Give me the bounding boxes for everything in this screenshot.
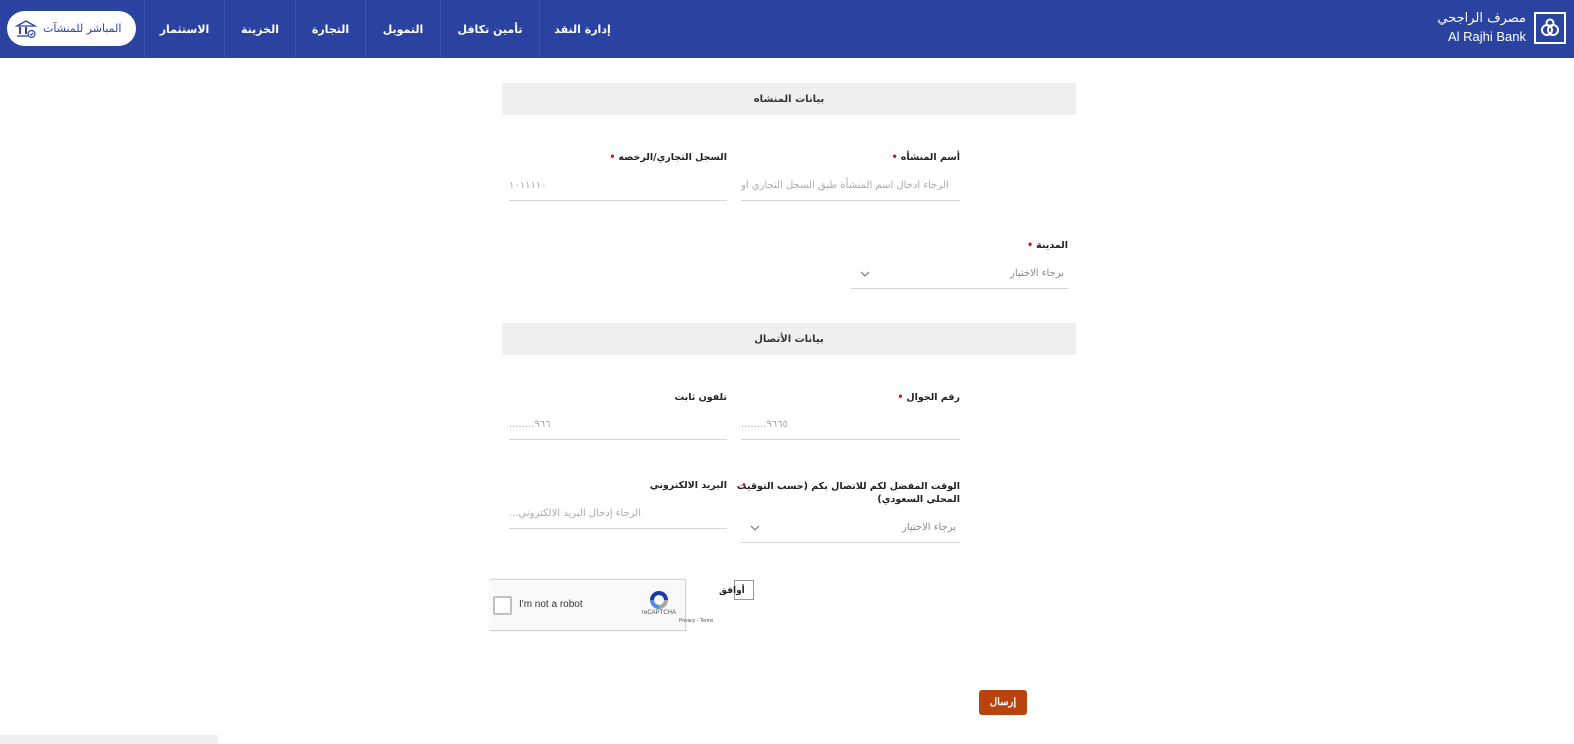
section-header-organization: بيانات المنشاه <box>502 83 1076 115</box>
section-title: بيانات المنشاه <box>753 93 825 105</box>
brand-logo-group[interactable]: مصرف الراجحي Al Rajhi Bank <box>1437 10 1566 46</box>
chevron-down-icon <box>860 271 870 277</box>
recaptcha-logo-icon <box>650 591 668 609</box>
section-title: بيانات الأتصال <box>754 333 824 345</box>
org-name-input[interactable]: الرجاء ادخال اسم المنشأة طبق السجل التجا… <box>741 171 960 201</box>
preferred-time-selected-value: برجاء الاختيار <box>902 522 956 533</box>
nav-investment[interactable]: الاستثمار <box>144 0 224 58</box>
required-dot-icon: • <box>897 392 904 403</box>
landline-label: تلفون ثابت <box>674 392 727 403</box>
recaptcha-label: I'm not a robot <box>519 599 583 610</box>
landline-input[interactable]: ٩٦٦........ <box>509 410 727 440</box>
direct-corporate-label: المباشر للمنشآت <box>43 22 122 35</box>
city-select[interactable]: برجاء الاختيار <box>851 259 1068 289</box>
commercial-registration-label: السجل التجاري/الرخصه• <box>609 152 727 163</box>
bottom-scroll-strip <box>0 735 218 744</box>
direct-corporate-button[interactable]: المباشر للمنشآت <box>7 11 136 46</box>
bank-building-icon <box>15 19 37 38</box>
commercial-registration-placeholder: ١٠١١١١٠ <box>509 180 547 191</box>
nav-trade[interactable]: التجارة <box>295 0 365 58</box>
email-label: البريد الالكتروني <box>649 480 727 491</box>
commercial-registration-input[interactable]: ١٠١١١١٠ <box>509 171 727 201</box>
bank-logo-icon <box>1534 12 1566 44</box>
org-name-placeholder: الرجاء ادخال اسم المنشأة طبق السجل التجا… <box>741 180 949 191</box>
agree-label: أوافق <box>719 586 745 596</box>
required-dot-icon: • <box>1027 240 1034 251</box>
required-dot-icon: • <box>741 480 747 491</box>
required-dot-icon: • <box>609 152 616 163</box>
recaptcha-widget: I'm not a robot reCAPTCHA <box>490 579 686 631</box>
nav-label: الاستثمار <box>159 22 210 36</box>
city-selected-value: برجاء الاختيار <box>1010 268 1064 279</box>
recaptcha-links[interactable]: Privacy - Terms <box>679 618 713 624</box>
brand-name-arabic: مصرف الراجحي <box>1437 11 1526 26</box>
submit-button[interactable]: إرسال <box>979 690 1027 715</box>
preferred-time-select[interactable]: برجاء الاختيار <box>741 513 960 543</box>
nav-cash-management[interactable]: إدارة النقد <box>539 0 625 58</box>
nav-label: الخزينة <box>241 22 279 36</box>
section-header-contact: بيانات الأتصال <box>502 323 1076 355</box>
brand-name-english: Al Rajhi Bank <box>1447 29 1526 44</box>
mobile-placeholder: ٩٦٦٥........ <box>741 419 788 430</box>
nav-label: التجارة <box>311 22 350 36</box>
brand-text: مصرف الراجحي Al Rajhi Bank <box>1437 10 1526 46</box>
nav-takaful-insurance[interactable]: تأمين تكافل <box>440 0 539 58</box>
nav-treasury[interactable]: الخزينة <box>224 0 295 58</box>
recaptcha-brand: reCAPTCHA <box>641 610 676 616</box>
chevron-down-icon <box>750 525 760 531</box>
org-name-label: أسم المنشأه• <box>891 152 960 163</box>
email-placeholder: الرجاء إدخال البريد الالكتروني... <box>509 508 641 519</box>
nav-label: تأمين تكافل <box>457 22 523 36</box>
mobile-label: رقم الجوال• <box>897 392 960 403</box>
email-input[interactable]: الرجاء إدخال البريد الالكتروني... <box>509 499 727 529</box>
city-label: المدينة• <box>1027 240 1068 251</box>
preferred-time-label: الوقت المفضل لكم للاتصال بكم (حسب التوقي… <box>736 481 960 505</box>
nav-label: التمويل <box>382 22 424 36</box>
required-dot-icon: • <box>891 152 898 163</box>
nav-financing[interactable]: التمويل <box>365 0 440 58</box>
nav-label: إدارة النقد <box>554 22 611 36</box>
recaptcha-checkbox[interactable] <box>493 596 512 615</box>
mobile-input[interactable]: ٩٦٦٥........ <box>741 410 960 440</box>
landline-placeholder: ٩٦٦........ <box>509 419 551 430</box>
top-navigation-bar: مصرف الراجحي Al Rajhi Bank إدارة النقد ت… <box>0 0 1574 58</box>
